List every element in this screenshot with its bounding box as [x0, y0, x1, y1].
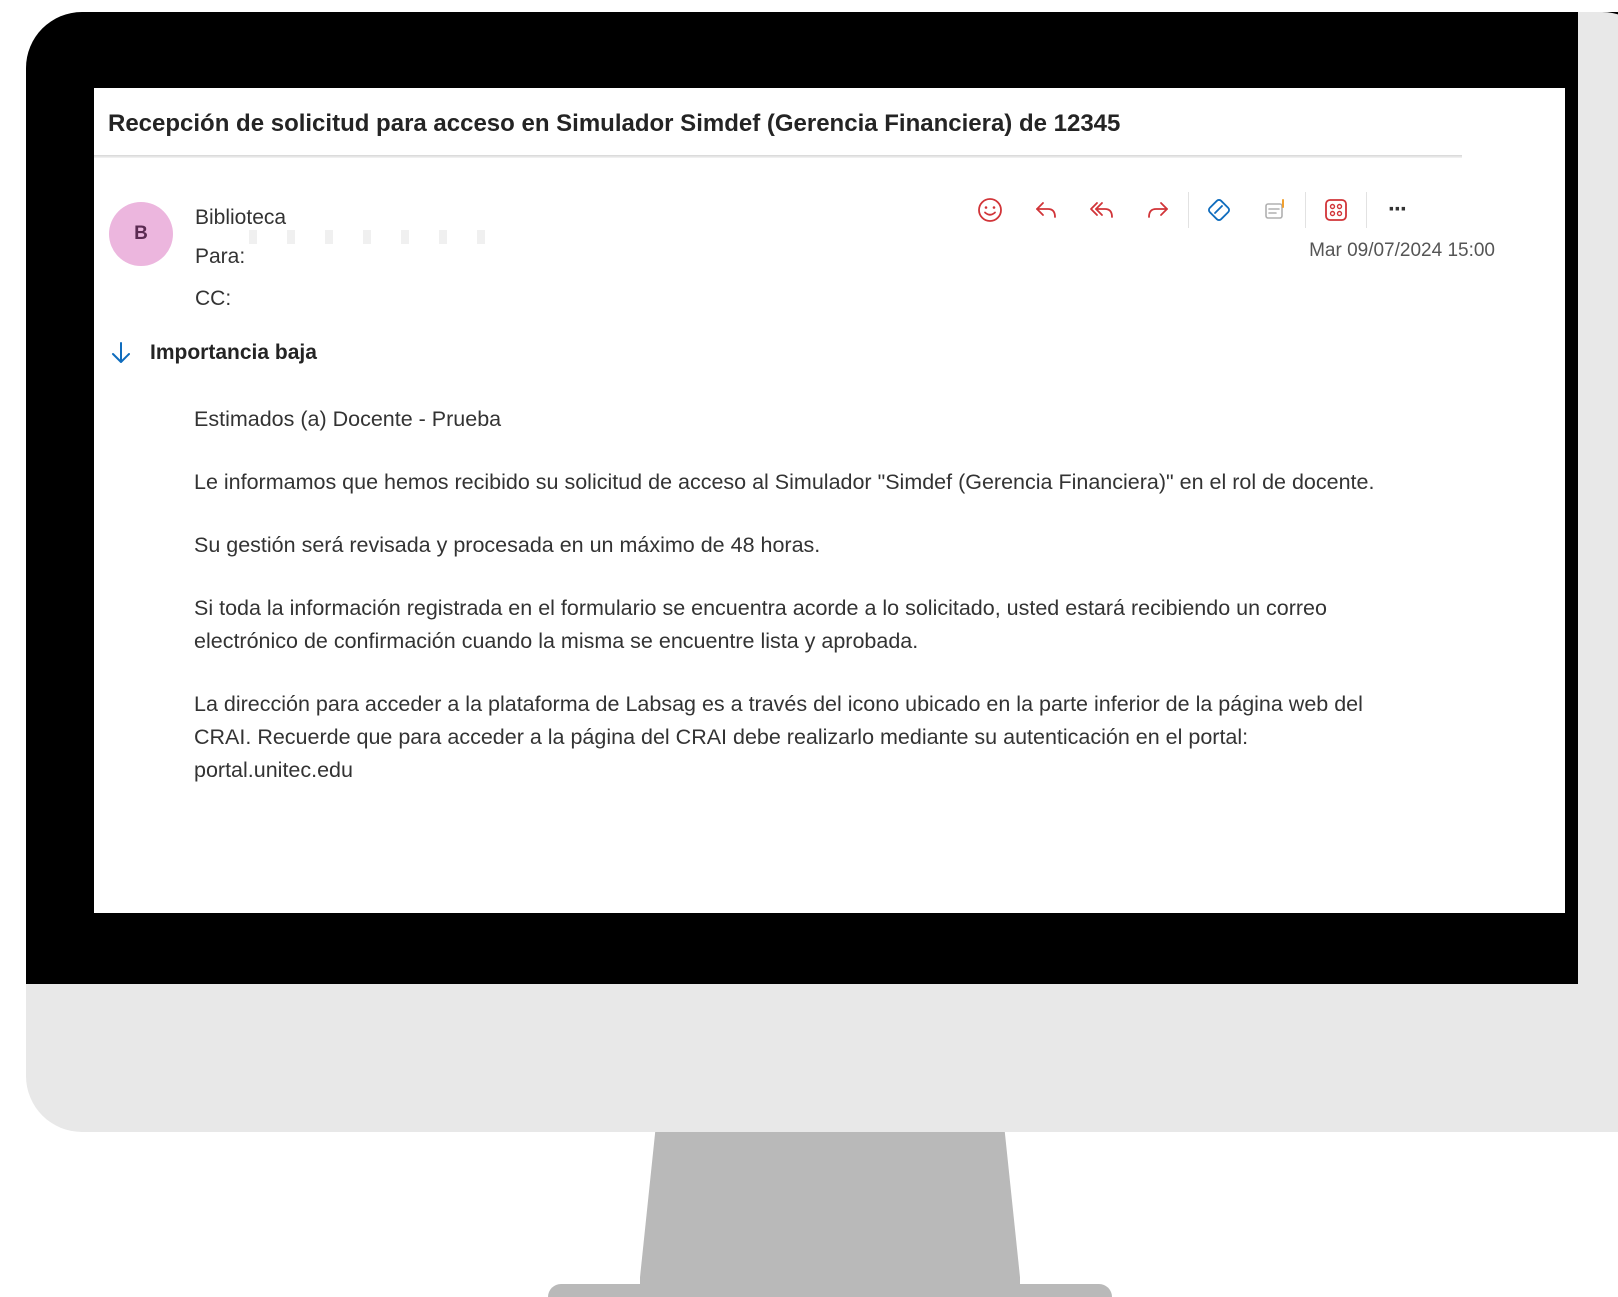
portal-link[interactable]: portal.unitec.edu: [194, 754, 1414, 787]
body-paragraph: Le informamos que hemos recibido su soli…: [194, 470, 1375, 494]
avatar-initial: B: [134, 223, 148, 244]
notes-icon: [1265, 199, 1284, 219]
cc-label: CC:: [195, 287, 232, 310]
reply-icon: [1036, 202, 1056, 218]
monitor-stand: [640, 1132, 1020, 1297]
arrow-down-icon: [112, 342, 130, 363]
toolbar-separator: [1366, 192, 1367, 228]
forward-button[interactable]: [1138, 192, 1178, 228]
subject-divider: [94, 155, 1462, 158]
importance-indicator: Importancia baja: [108, 340, 317, 366]
loop-button[interactable]: [1199, 192, 1239, 228]
body-paragraph: Si toda la información registrada en el …: [194, 596, 1327, 653]
loop-icon: [1208, 199, 1230, 221]
email-date: Mar 09/07/2024 15:00: [1309, 240, 1495, 261]
body-greeting: Estimados (a) Docente - Prueba: [194, 407, 502, 431]
reply-all-button[interactable]: [1082, 192, 1122, 228]
notes-button[interactable]: [1255, 192, 1295, 228]
toolbar-separator: [1305, 192, 1306, 228]
monitor-stand-base: [548, 1284, 1112, 1297]
toolbar-separator: [1188, 192, 1189, 228]
apps-button[interactable]: [1316, 192, 1356, 228]
body-paragraph: La dirección para acceder a la plataform…: [194, 692, 1363, 749]
more-icon: ···: [1388, 196, 1408, 223]
reply-all-icon: [1090, 202, 1113, 218]
email-body: Estimados (a) Docente - Prueba Le inform…: [194, 403, 1414, 787]
email-subject: Recepción de solicitud para acceso en Si…: [108, 110, 1121, 137]
more-actions-button[interactable]: ···: [1377, 192, 1417, 228]
emoji-icon: [978, 198, 1002, 222]
forward-icon: [1148, 202, 1168, 218]
to-label: Para:: [195, 245, 246, 268]
apps-icon: [1325, 199, 1347, 221]
reply-button[interactable]: [1026, 192, 1066, 228]
message-toolbar: ···: [962, 190, 1425, 230]
email-reading-pane: Recepción de solicitud para acceso en Si…: [94, 88, 1565, 913]
body-paragraph: Su gestión será revisada y procesada en …: [194, 533, 821, 557]
emoji-button[interactable]: [970, 192, 1010, 228]
sender-name[interactable]: Biblioteca: [195, 206, 286, 230]
redacted-recipient: [249, 230, 509, 244]
importance-label: Importancia baja: [150, 341, 317, 364]
sender-avatar[interactable]: B: [109, 202, 173, 266]
